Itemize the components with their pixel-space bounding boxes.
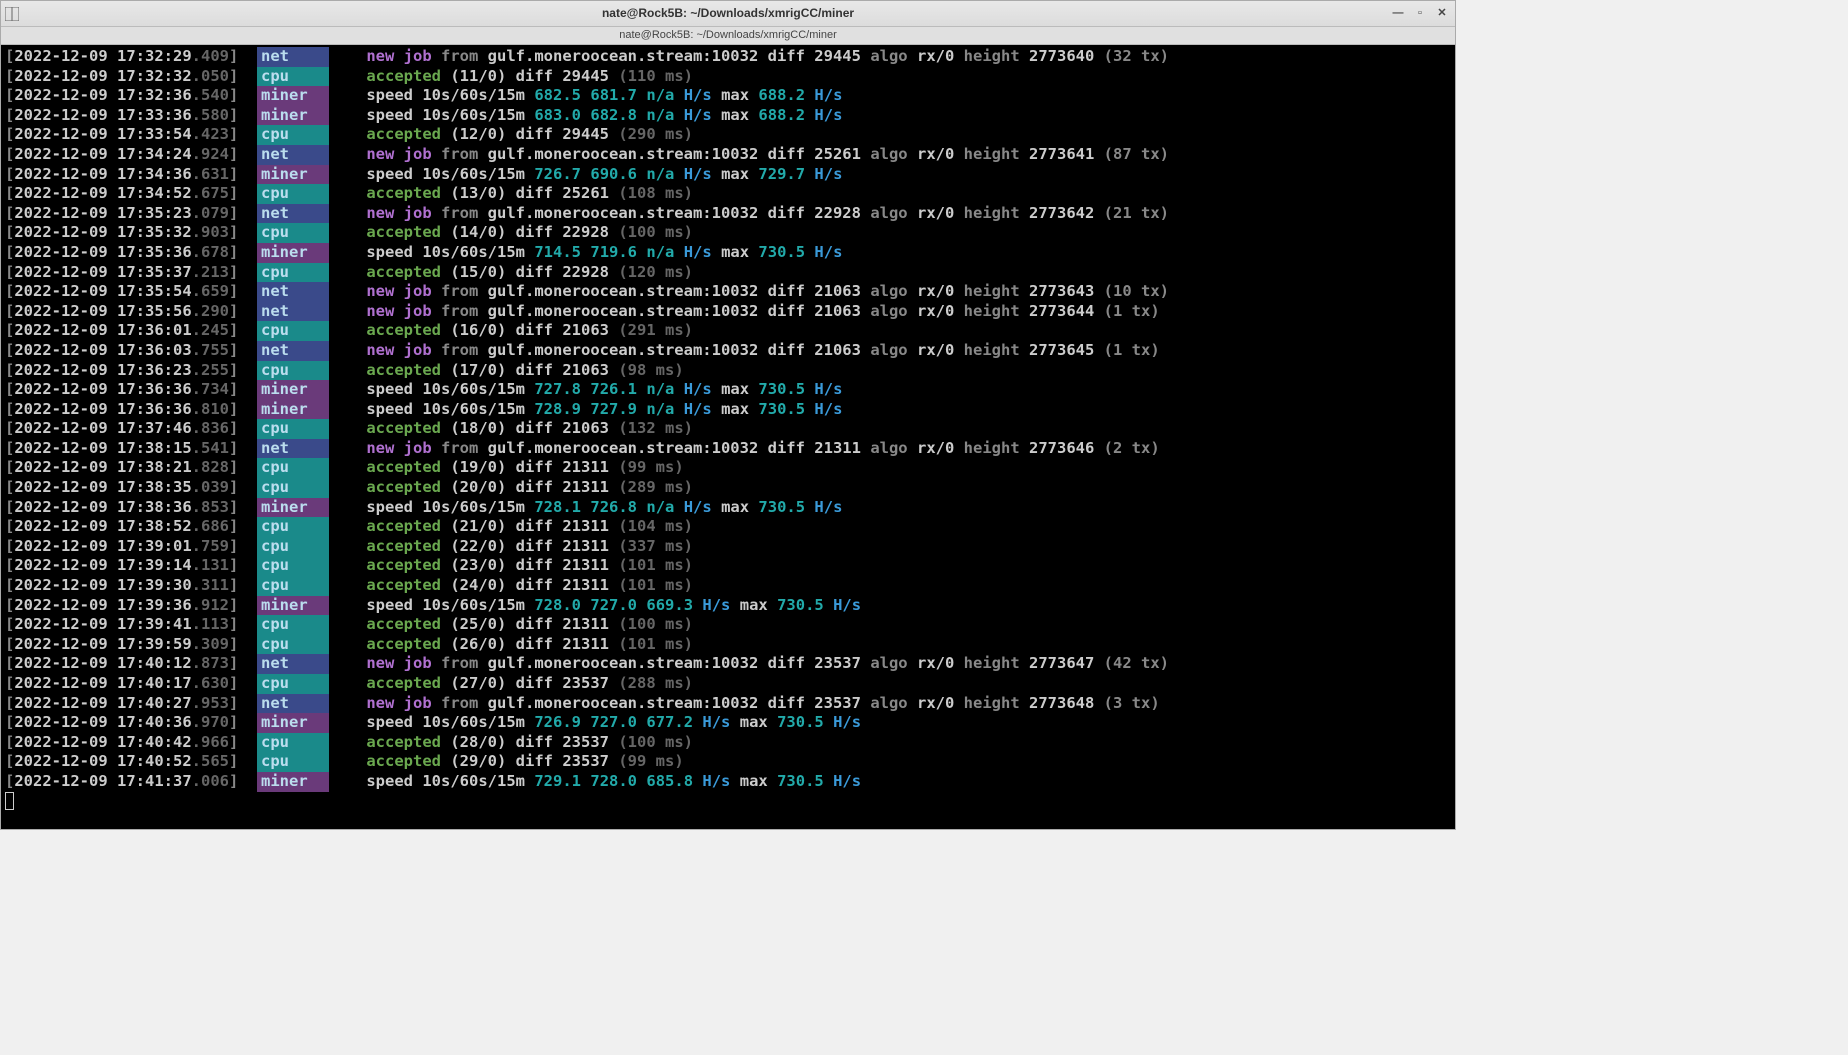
log-tag-miner: miner	[257, 106, 329, 126]
maximize-button[interactable]: ▫	[1413, 7, 1427, 21]
log-tag-cpu: cpu	[257, 67, 329, 87]
log-line: [2022-12-09 17:36:36.734] miner speed 10…	[5, 380, 1451, 400]
log-line: [2022-12-09 17:35:56.290] net new job fr…	[5, 302, 1451, 322]
window-title: nate@Rock5B: ~/Downloads/xmrigCC/miner	[602, 4, 854, 24]
log-line: [2022-12-09 17:36:23.255] cpu accepted (…	[5, 361, 1451, 381]
log-tag-miner: miner	[257, 380, 329, 400]
tab-label[interactable]: nate@Rock5B: ~/Downloads/xmrigCC/miner	[619, 26, 837, 46]
log-tag-cpu: cpu	[257, 517, 329, 537]
log-line: [2022-12-09 17:38:35.039] cpu accepted (…	[5, 478, 1451, 498]
log-line: [2022-12-09 17:39:36.912] miner speed 10…	[5, 596, 1451, 616]
log-tag-cpu: cpu	[257, 537, 329, 557]
log-line: [2022-12-09 17:34:36.631] miner speed 10…	[5, 165, 1451, 185]
log-tag-cpu: cpu	[257, 635, 329, 655]
log-line: [2022-12-09 17:32:29.409] net new job fr…	[5, 47, 1451, 67]
log-tag-net: net	[257, 47, 329, 67]
log-line: [2022-12-09 17:35:36.678] miner speed 10…	[5, 243, 1451, 263]
log-tag-cpu: cpu	[257, 361, 329, 381]
log-tag-cpu: cpu	[257, 615, 329, 635]
titlebar[interactable]: nate@Rock5B: ~/Downloads/xmrigCC/miner —…	[1, 1, 1455, 27]
log-line: [2022-12-09 17:39:01.759] cpu accepted (…	[5, 537, 1451, 557]
log-tag-miner: miner	[257, 243, 329, 263]
log-line: [2022-12-09 17:38:36.853] miner speed 10…	[5, 498, 1451, 518]
log-tag-net: net	[257, 302, 329, 322]
log-tag-miner: miner	[257, 498, 329, 518]
log-tag-cpu: cpu	[257, 458, 329, 478]
log-tag-net: net	[257, 439, 329, 459]
log-tag-miner: miner	[257, 400, 329, 420]
log-line: [2022-12-09 17:39:14.131] cpu accepted (…	[5, 556, 1451, 576]
window-controls: — ▫ ✕	[1391, 7, 1449, 21]
log-line: [2022-12-09 17:32:36.540] miner speed 10…	[5, 86, 1451, 106]
log-tag-miner: miner	[257, 596, 329, 616]
log-line: [2022-12-09 17:38:52.686] cpu accepted (…	[5, 517, 1451, 537]
log-line: [2022-12-09 17:35:23.079] net new job fr…	[5, 204, 1451, 224]
log-tag-cpu: cpu	[257, 674, 329, 694]
log-tag-cpu: cpu	[257, 263, 329, 283]
log-line: [2022-12-09 17:40:52.565] cpu accepted (…	[5, 752, 1451, 772]
log-tag-cpu: cpu	[257, 556, 329, 576]
log-tag-cpu: cpu	[257, 733, 329, 753]
terminal-output[interactable]: [2022-12-09 17:32:29.409] net new job fr…	[1, 45, 1455, 829]
log-tag-net: net	[257, 341, 329, 361]
log-tag-cpu: cpu	[257, 576, 329, 596]
log-line: [2022-12-09 17:40:12.873] net new job fr…	[5, 654, 1451, 674]
log-line: [2022-12-09 17:40:17.630] cpu accepted (…	[5, 674, 1451, 694]
log-tag-cpu: cpu	[257, 321, 329, 341]
log-tag-net: net	[257, 694, 329, 714]
log-line: [2022-12-09 17:33:36.580] miner speed 10…	[5, 106, 1451, 126]
log-line: [2022-12-09 17:37:46.836] cpu accepted (…	[5, 419, 1451, 439]
log-line: [2022-12-09 17:33:54.423] cpu accepted (…	[5, 125, 1451, 145]
log-line: [2022-12-09 17:32:32.050] cpu accepted (…	[5, 67, 1451, 87]
log-tag-miner: miner	[257, 165, 329, 185]
log-line: [2022-12-09 17:34:52.675] cpu accepted (…	[5, 184, 1451, 204]
log-tag-cpu: cpu	[257, 125, 329, 145]
log-line: [2022-12-09 17:35:32.903] cpu accepted (…	[5, 223, 1451, 243]
log-tag-cpu: cpu	[257, 223, 329, 243]
log-line: [2022-12-09 17:39:41.113] cpu accepted (…	[5, 615, 1451, 635]
log-line: [2022-12-09 17:38:21.828] cpu accepted (…	[5, 458, 1451, 478]
log-line: [2022-12-09 17:35:54.659] net new job fr…	[5, 282, 1451, 302]
log-tag-cpu: cpu	[257, 184, 329, 204]
log-tag-miner: miner	[257, 772, 329, 792]
log-line: [2022-12-09 17:40:27.953] net new job fr…	[5, 694, 1451, 714]
close-button[interactable]: ✕	[1435, 7, 1449, 21]
log-line: [2022-12-09 17:34:24.924] net new job fr…	[5, 145, 1451, 165]
log-tag-net: net	[257, 204, 329, 224]
log-tag-net: net	[257, 282, 329, 302]
log-line: [2022-12-09 17:36:36.810] miner speed 10…	[5, 400, 1451, 420]
log-line: [2022-12-09 17:40:36.970] miner speed 10…	[5, 713, 1451, 733]
log-line: [2022-12-09 17:36:03.755] net new job fr…	[5, 341, 1451, 361]
log-tag-cpu: cpu	[257, 752, 329, 772]
log-tag-net: net	[257, 145, 329, 165]
log-tag-cpu: cpu	[257, 419, 329, 439]
log-tag-net: net	[257, 654, 329, 674]
log-line: [2022-12-09 17:35:37.213] cpu accepted (…	[5, 263, 1451, 283]
log-line: [2022-12-09 17:36:01.245] cpu accepted (…	[5, 321, 1451, 341]
log-tag-miner: miner	[257, 713, 329, 733]
log-line: [2022-12-09 17:41:37.006] miner speed 10…	[5, 772, 1451, 792]
log-line: [2022-12-09 17:38:15.541] net new job fr…	[5, 439, 1451, 459]
split-icon	[5, 7, 19, 21]
log-line: [2022-12-09 17:39:30.311] cpu accepted (…	[5, 576, 1451, 596]
terminal-window: nate@Rock5B: ~/Downloads/xmrigCC/miner —…	[0, 0, 1456, 830]
tab-bar[interactable]: nate@Rock5B: ~/Downloads/xmrigCC/miner	[1, 27, 1455, 45]
log-tag-cpu: cpu	[257, 478, 329, 498]
cursor	[5, 792, 14, 810]
log-line: [2022-12-09 17:40:42.966] cpu accepted (…	[5, 733, 1451, 753]
log-line: [2022-12-09 17:39:59.309] cpu accepted (…	[5, 635, 1451, 655]
minimize-button[interactable]: —	[1391, 7, 1405, 21]
log-tag-miner: miner	[257, 86, 329, 106]
